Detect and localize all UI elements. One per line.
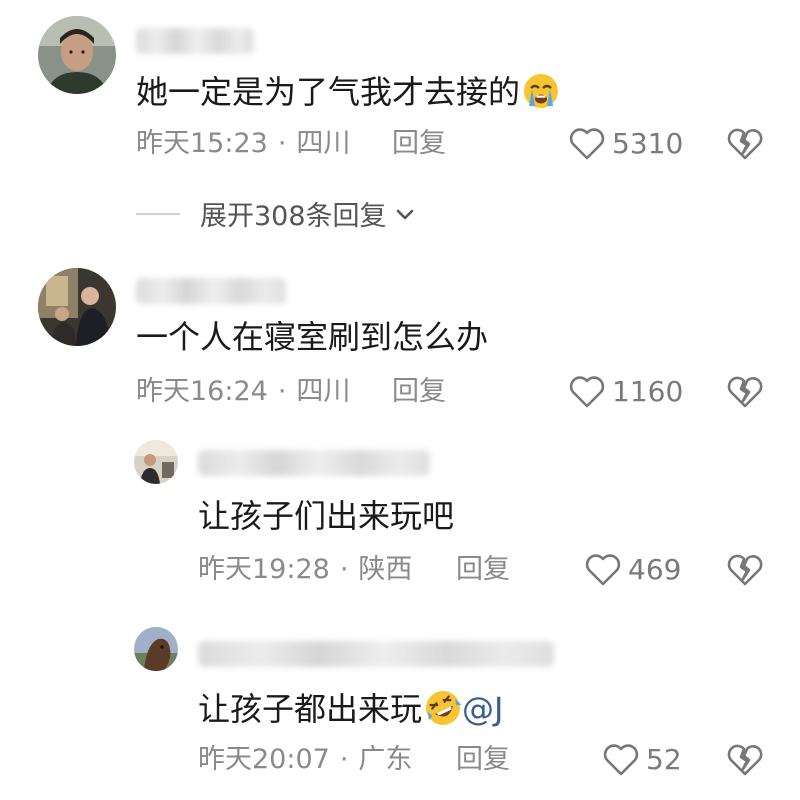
avatar[interactable]	[38, 268, 116, 346]
timestamp: 昨天19:28	[198, 554, 330, 585]
rolling-on-floor-laughing-icon	[426, 691, 462, 725]
avatar-photo-icon	[134, 627, 178, 671]
reply-meta: 昨天20:07 · 广东	[198, 743, 412, 777]
username-blurred[interactable]	[198, 450, 430, 476]
comment-item: 一个人在寝室刷到怎么办 昨天16:24 · 四川 回复 1160	[0, 260, 800, 420]
reply-text: 让孩子们出来玩吧	[198, 497, 455, 535]
reply-button[interactable]: 回复	[456, 553, 510, 587]
location: 四川	[296, 128, 351, 159]
like-count: 469	[628, 553, 682, 586]
like-count: 52	[646, 743, 682, 776]
reply-button[interactable]: 回复	[392, 375, 446, 409]
comment-meta: 昨天15:23 · 四川	[136, 127, 350, 161]
like-button[interactable]: 469	[584, 553, 681, 587]
timestamp: 昨天16:24	[136, 376, 268, 407]
avatar-photo-icon	[134, 440, 178, 484]
location: 广东	[358, 744, 413, 775]
comment-text: 她一定是为了气我才去接的	[136, 72, 560, 112]
timestamp: 昨天20:07	[198, 744, 330, 775]
location: 陕西	[358, 554, 413, 585]
reply-item: 让孩子们出来玩吧 昨天19:28 · 陕西 回复 469	[0, 430, 800, 600]
meta-separator: ·	[277, 376, 287, 407]
location: 四川	[296, 376, 351, 407]
meta-separator: ·	[339, 554, 349, 585]
like-count: 1160	[612, 375, 684, 408]
meta-separator: ·	[277, 128, 287, 159]
reply-text-content: 让孩子都出来玩	[198, 690, 423, 728]
reply-text: 让孩子都出来玩 @J	[198, 689, 503, 729]
meta-separator: ·	[339, 744, 349, 775]
chevron-down-icon	[396, 209, 413, 219]
expand-replies-label: 展开308条回复	[200, 201, 387, 232]
broken-heart-icon[interactable]	[727, 374, 763, 410]
reply-meta: 昨天19:28 · 陕西	[198, 553, 412, 587]
broken-heart-icon[interactable]	[727, 552, 763, 588]
avatar-photo-icon	[38, 16, 116, 94]
heart-icon	[585, 554, 621, 586]
divider-line	[136, 212, 180, 215]
username-blurred[interactable]	[136, 28, 254, 54]
avatar-photo-icon	[38, 268, 116, 346]
like-button[interactable]: 5310	[568, 127, 683, 161]
reply-button[interactable]: 回复	[392, 127, 446, 161]
avatar[interactable]	[134, 627, 178, 671]
like-count: 5310	[612, 127, 684, 160]
comment-text: 一个人在寝室刷到怎么办	[136, 318, 489, 356]
broken-heart-icon[interactable]	[727, 126, 763, 162]
reply-item: 让孩子都出来玩 @J 昨天20:07 · 广东 回复 52	[0, 615, 800, 800]
reply-button[interactable]: 回复	[456, 743, 510, 777]
like-button[interactable]: 1160	[568, 375, 683, 409]
mention-link[interactable]: @J	[462, 690, 503, 728]
like-button[interactable]: 52	[602, 743, 682, 777]
expand-replies-button[interactable]: 展开308条回复	[136, 194, 417, 233]
heart-icon	[603, 744, 639, 776]
username-blurred[interactable]	[136, 278, 286, 304]
username-blurred[interactable]	[198, 641, 554, 667]
avatar[interactable]	[134, 440, 178, 484]
comment-text-content: 她一定是为了气我才去接的	[136, 73, 521, 111]
comment-item: 她一定是为了气我才去接的 昨天15:23 · 四川 回复 5310 展开308条回复	[0, 0, 800, 240]
heart-icon	[569, 128, 605, 160]
avatar[interactable]	[38, 16, 116, 94]
timestamp: 昨天15:23	[136, 128, 268, 159]
comment-meta: 昨天16:24 · 四川	[136, 375, 350, 409]
heart-icon	[569, 376, 605, 408]
broken-heart-icon[interactable]	[727, 742, 763, 778]
loudly-crying-face-icon	[524, 74, 559, 108]
